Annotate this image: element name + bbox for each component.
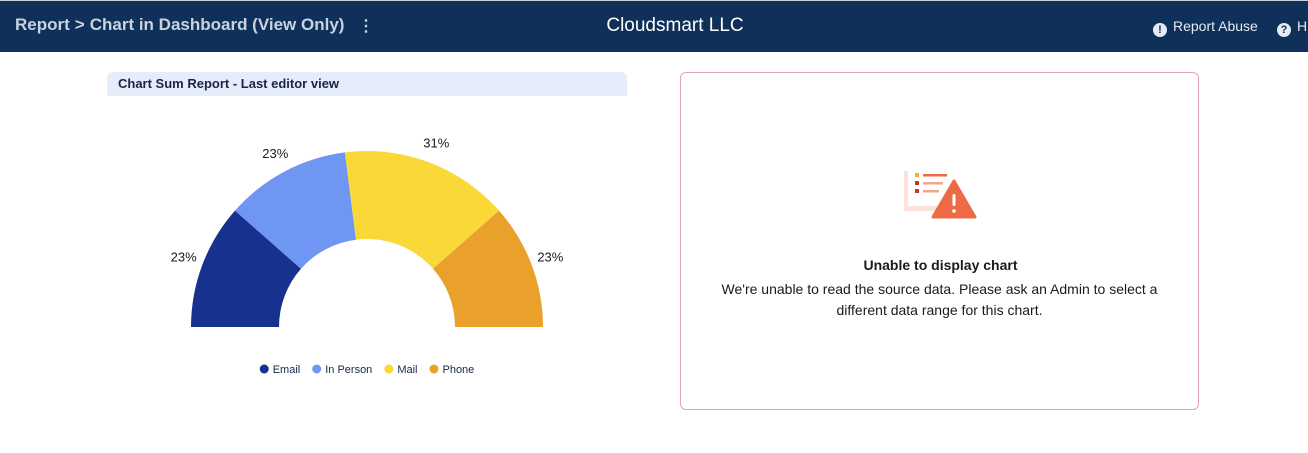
legend-label: Mail — [397, 364, 417, 376]
chart-legend: Email In Person Mail Phone — [259, 364, 474, 376]
legend-marker — [312, 364, 322, 374]
data-label-phone: 23% — [537, 250, 563, 265]
error-message: We're unable to read the source data. Pl… — [721, 281, 1158, 318]
question-icon: ? — [1277, 23, 1291, 37]
legend-marker — [429, 364, 439, 374]
data-label-email: 23% — [171, 250, 197, 265]
error-chart-widget: Unable to display chart We're unable to … — [680, 72, 1199, 410]
legend-item-email[interactable]: Email — [259, 364, 301, 376]
legend-label: Email — [273, 364, 301, 376]
report-abuse-link[interactable]: ! Report Abuse — [1153, 18, 1258, 37]
report-abuse-label: Report Abuse — [1173, 18, 1258, 34]
help-link[interactable]: ? H — [1277, 18, 1307, 37]
chart-widget: Chart Sum Report - Last editor view 23% 2… — [107, 72, 627, 412]
legend-label: In Person — [325, 364, 372, 376]
top-bar: Report > Chart in Dashboard (View Only) ⋮ … — [0, 0, 1308, 52]
legend-item-mail[interactable]: Mail — [384, 364, 417, 376]
data-label-in-person: 23% — [262, 146, 288, 161]
data-label-mail: 31% — [423, 136, 449, 151]
legend-marker — [259, 364, 269, 374]
legend-item-in-person[interactable]: In Person — [312, 364, 372, 376]
legend-label: Phone — [442, 364, 474, 376]
legend-item-phone[interactable]: Phone — [429, 364, 474, 376]
error-title: Unable to display chart — [863, 257, 1018, 273]
half-donut-chart: 23% 23% 31% 23% Email In Person Mail Phone — [171, 136, 564, 376]
org-name: Cloudsmart LLC — [606, 15, 744, 36]
help-label: H — [1297, 18, 1308, 34]
exclamation-icon: ! — [1153, 23, 1167, 37]
chart-warning-icon — [904, 168, 977, 219]
legend-marker — [384, 364, 394, 374]
